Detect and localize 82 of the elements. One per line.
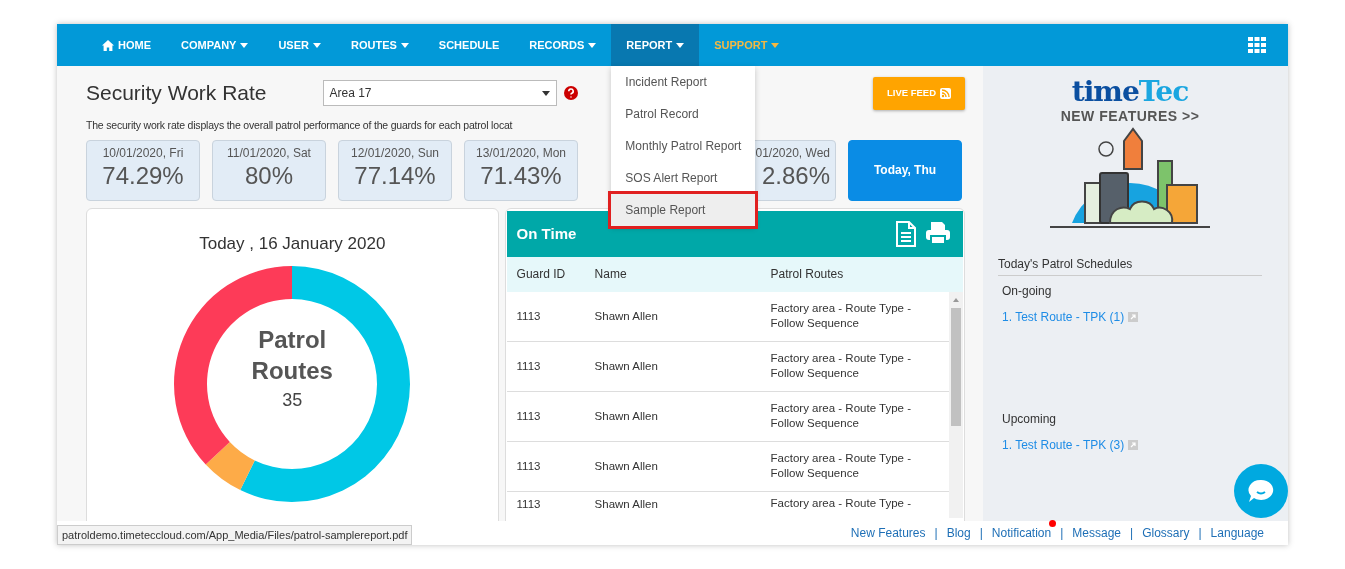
table-cell-text: 1113 bbox=[515, 358, 542, 374]
table-cell-text: 1113 bbox=[515, 458, 542, 474]
menu-item[interactable]: Monthly Patrol Report bbox=[611, 130, 756, 162]
rss-icon bbox=[940, 87, 952, 99]
separator: | bbox=[979, 525, 983, 542]
menu-item[interactable]: Sample Report bbox=[611, 194, 756, 226]
nav-item[interactable]: HOME bbox=[87, 24, 166, 66]
external-link-icon[interactable] bbox=[1128, 440, 1139, 450]
panel-title: On Time bbox=[516, 223, 577, 244]
card-rate: 2.86% bbox=[760, 161, 830, 191]
table-cell-text: Factory area - Route Type - Follow Sequence bbox=[770, 400, 912, 432]
table-cell-text: Shawn Allen bbox=[594, 358, 659, 374]
brand-logo[interactable]: timeTec bbox=[998, 78, 1262, 106]
separator: | bbox=[1198, 525, 1202, 542]
day-rate-card[interactable]: 13/01/2020, Mon 71.43% bbox=[464, 139, 578, 201]
home-icon bbox=[102, 39, 114, 51]
column-header[interactable]: Guard ID bbox=[506, 265, 595, 284]
table-cell-text: Factory area - Route Type - bbox=[770, 495, 912, 511]
page-title: Security Work Rate bbox=[86, 80, 267, 107]
card-date: 10/01/2020, Fri bbox=[101, 144, 185, 162]
table-cell-text: Shawn Allen bbox=[594, 496, 659, 512]
card-rate: 80% bbox=[243, 161, 294, 191]
footer-link[interactable]: Language bbox=[1210, 524, 1264, 542]
footer-link[interactable]: Message bbox=[1072, 524, 1121, 542]
separator: | bbox=[1060, 525, 1064, 542]
column-header[interactable]: Name bbox=[594, 265, 771, 284]
area-select[interactable]: Area 17 bbox=[322, 80, 557, 106]
footer-link[interactable]: Notification bbox=[991, 524, 1052, 542]
chat-bubble-button[interactable] bbox=[1234, 464, 1288, 518]
description-text: The security work rate displays the overall patrol performance of the guards for each patrol locat bbox=[86, 118, 514, 133]
help-icon[interactable] bbox=[563, 86, 578, 100]
nav-item[interactable]: ROUTES bbox=[336, 24, 424, 66]
card-date: 11/01/2020, Sat bbox=[226, 144, 312, 162]
table-cell-text: Shawn Allen bbox=[594, 408, 659, 424]
menu-item[interactable]: Incident Report bbox=[611, 66, 756, 98]
caret-icon bbox=[541, 90, 550, 96]
schedule-link[interactable]: 1. Test Route - TPK (3) bbox=[1002, 436, 1125, 454]
table-cell-text: Shawn Allen bbox=[594, 308, 659, 324]
menu-item[interactable]: SOS Alert Report bbox=[611, 162, 756, 194]
card-date: 12/01/2020, Sun bbox=[349, 144, 441, 162]
section-heading: Upcoming bbox=[1002, 411, 1058, 428]
section-heading: On-going bbox=[1002, 283, 1053, 300]
scrollbar[interactable] bbox=[949, 291, 963, 518]
separator: | bbox=[1130, 525, 1134, 542]
new-features-banner[interactable]: NEW FEATURES >> bbox=[998, 106, 1262, 127]
table-cell-text: Factory area - Route Type - Follow Sequence bbox=[770, 350, 912, 382]
menu-item[interactable]: Patrol Record bbox=[611, 98, 756, 130]
card-rate: 77.14% bbox=[353, 161, 437, 191]
schedule-link[interactable]: 1. Test Route - TPK (1) bbox=[1002, 308, 1125, 326]
table-cell-text: Shawn Allen bbox=[594, 458, 659, 474]
day-rate-card[interactable]: 11/01/2020, Sat 80% bbox=[212, 139, 326, 201]
apps-grid-icon[interactable] bbox=[1248, 37, 1266, 53]
footer-link[interactable]: Glossary bbox=[1142, 524, 1190, 542]
nav-item[interactable]: RECORDS bbox=[514, 24, 612, 66]
donut-center-label: Patrol Routes bbox=[250, 325, 334, 387]
day-rate-card[interactable]: 12/01/2020, Sun 77.14% bbox=[338, 139, 452, 201]
card-date: 13/01/2020, Mon bbox=[474, 144, 568, 162]
table-cell-text: 1113 bbox=[515, 496, 542, 512]
document-icon[interactable] bbox=[895, 220, 917, 247]
nav-item[interactable]: USER bbox=[263, 24, 336, 66]
table-cell-text: Factory area - Route Type - Follow Sequence bbox=[770, 300, 912, 332]
chat-icon bbox=[1248, 479, 1274, 503]
summary-date: Today , 16 January 2020 bbox=[198, 232, 387, 255]
print-icon[interactable] bbox=[925, 220, 951, 245]
table-cell-text: Factory area - Route Type - Follow Sequence bbox=[770, 450, 912, 482]
column-header[interactable]: Patrol Routes bbox=[770, 266, 963, 283]
donut-center-value: 35 bbox=[282, 388, 303, 412]
table-cell-text: 1113 bbox=[515, 408, 542, 424]
day-rate-card[interactable]: 10/01/2020, Fri 74.29% bbox=[86, 139, 200, 201]
status-url-tooltip: patroldemo.timeteccloud.com/App_Media/Files/patrol-samplereport.pdf bbox=[57, 524, 413, 545]
table-cell-text: 1113 bbox=[515, 308, 542, 324]
today-card[interactable]: Today, Thu bbox=[848, 139, 962, 201]
external-link-icon[interactable] bbox=[1128, 312, 1139, 322]
nav-item[interactable]: REPORT bbox=[611, 24, 700, 66]
separator: | bbox=[934, 525, 938, 542]
nav-item[interactable]: COMPANY bbox=[166, 24, 264, 66]
schedules-heading: Today's Patrol Schedules bbox=[998, 235, 1262, 276]
footer-link[interactable]: New Features bbox=[850, 524, 926, 542]
nav-item[interactable]: SCHEDULE bbox=[423, 24, 515, 66]
card-rate: 74.29% bbox=[101, 161, 185, 191]
footer-link[interactable]: Blog bbox=[946, 524, 971, 542]
card-rate: 71.43% bbox=[479, 161, 563, 191]
